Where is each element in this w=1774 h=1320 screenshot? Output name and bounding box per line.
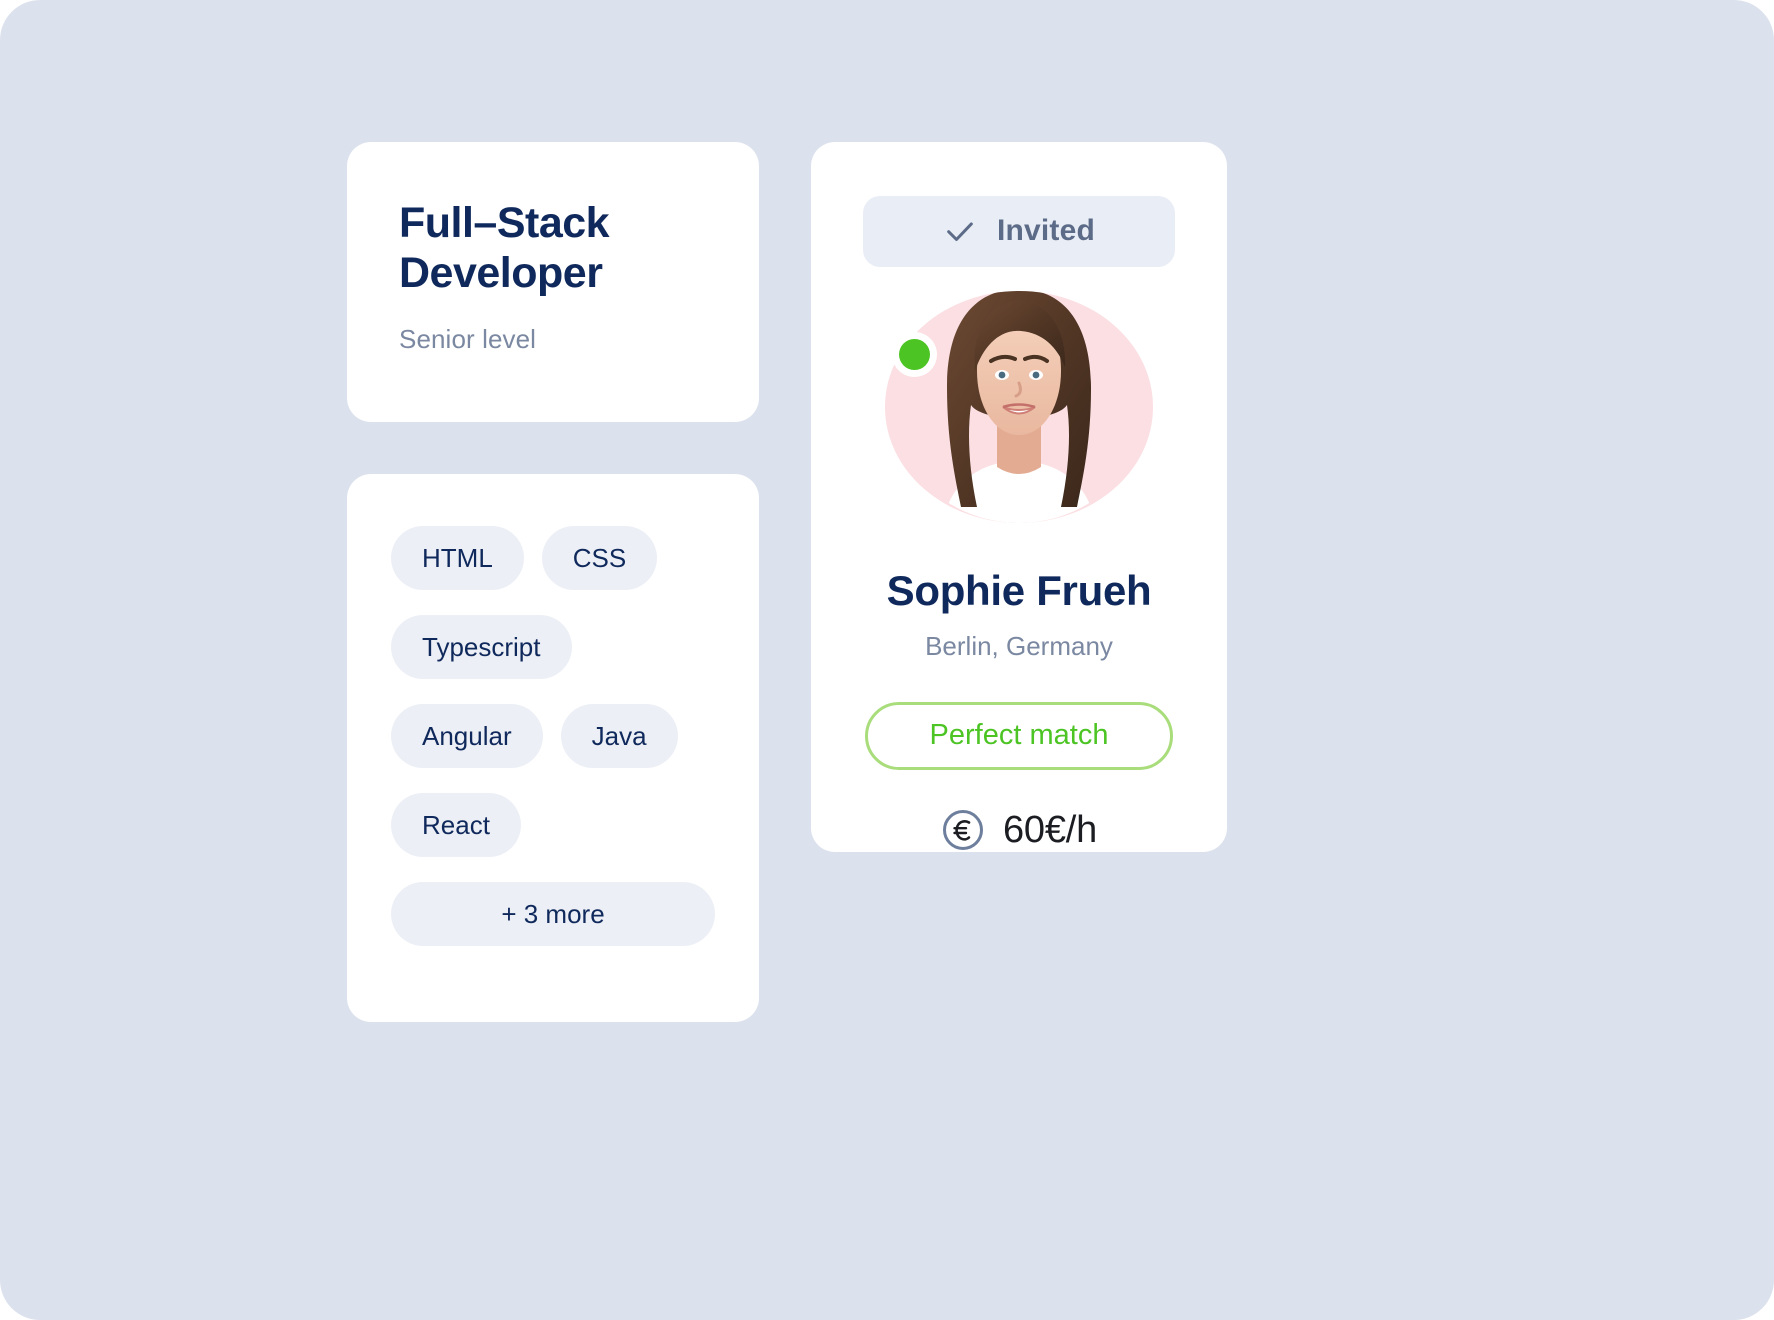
role-title-line-1: Full–Stack: [399, 199, 610, 247]
role-subtitle: Senior level: [399, 323, 537, 354]
skill-chip-angular[interactable]: Angular: [391, 704, 543, 768]
online-status-dot: [899, 338, 930, 370]
candidate-name: Sophie Frueh: [886, 566, 1152, 614]
avatar-photo: [943, 290, 1095, 523]
candidate-card: Invited Sophie Frueh Berlin, Germany Per…: [811, 142, 1227, 852]
status-badge[interactable]: Invited: [863, 196, 1175, 267]
status-badge-label: Invited: [996, 214, 1096, 248]
rate-value: 60€/h: [1002, 808, 1098, 851]
role-title-line-2: Developer: [399, 249, 603, 298]
skill-chip-css[interactable]: CSS: [541, 526, 658, 590]
skill-chip-more[interactable]: + 3 more: [391, 882, 715, 946]
cards-stage: Full–Stack Developer Senior level HTML C…: [347, 142, 1427, 1022]
page-title: Full–Stack Developer: [399, 198, 707, 299]
skill-chip-typescript[interactable]: Typescript: [391, 615, 572, 679]
avatar: [885, 290, 1153, 523]
avatar-circle: [885, 290, 1153, 523]
screenshot-root: Full–Stack Developer Senior level HTML C…: [0, 0, 1774, 1320]
role-card: Full–Stack Developer Senior level: [347, 142, 759, 422]
candidate-location: Berlin, Germany: [925, 630, 1113, 661]
skill-chip-html[interactable]: HTML: [391, 526, 524, 590]
skills-card: HTML CSS Typescript Angular Java React +…: [347, 474, 759, 1022]
check-icon: [947, 222, 973, 242]
rate-row: 60€/h: [941, 808, 1097, 852]
skill-chip-react[interactable]: React: [391, 793, 521, 857]
skill-chip-java[interactable]: Java: [560, 704, 678, 768]
euro-coin-icon: [942, 810, 983, 850]
perfect-match-button[interactable]: Perfect match: [865, 701, 1173, 770]
